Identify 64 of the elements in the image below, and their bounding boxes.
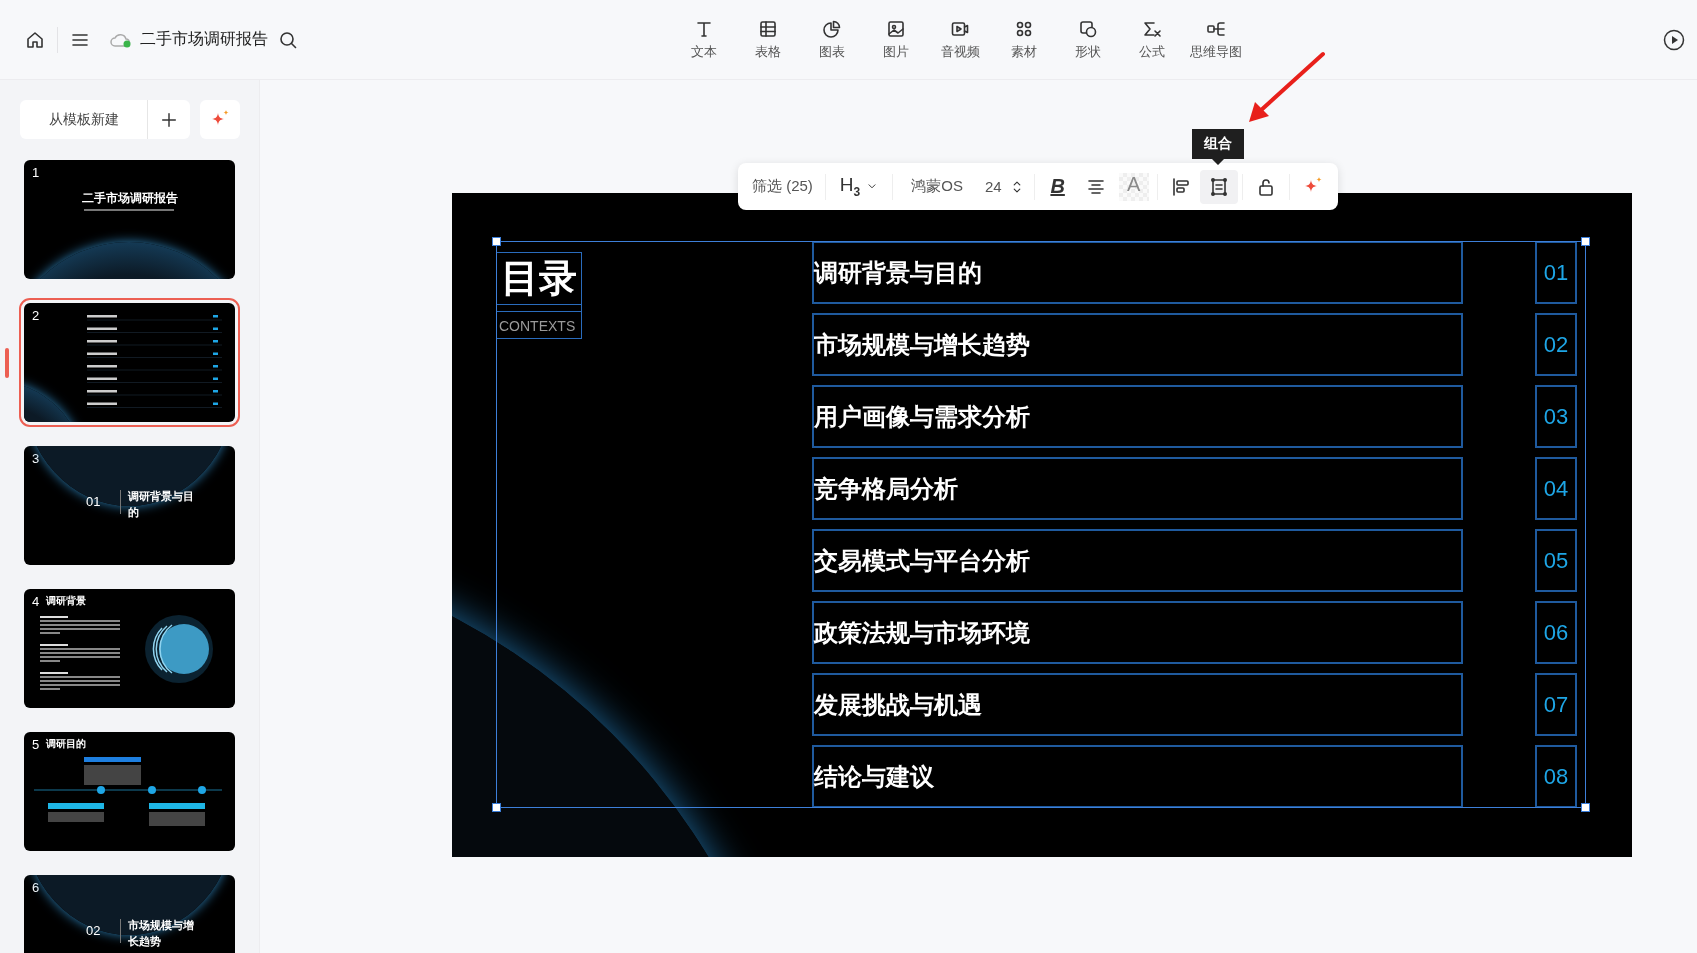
- slide-thumbnail[interactable]: 3 01 调研背景与目的: [24, 446, 235, 565]
- contents-title: 目录: [497, 253, 581, 305]
- section-number: 02: [86, 923, 101, 938]
- plus-icon: [160, 110, 178, 129]
- insert-tool[interactable]: 音视频: [928, 18, 992, 61]
- item-number: 06: [1535, 601, 1577, 664]
- play-icon[interactable]: [1663, 28, 1685, 51]
- font-dropdown[interactable]: 鸿蒙OS: [897, 177, 977, 196]
- slide-number: 6: [32, 880, 40, 895]
- contents-item: 结论与建议: [812, 745, 1463, 808]
- contents-item: 政策法规与市场环境: [812, 601, 1463, 664]
- home-icon[interactable]: [25, 29, 45, 50]
- slide-number: 3: [32, 451, 40, 466]
- slide-number: 1: [32, 165, 40, 180]
- insert-tool[interactable]: 思维导图: [1184, 18, 1248, 61]
- pie-chart-icon: [822, 18, 842, 39]
- item-number: 08: [1535, 745, 1577, 808]
- table-icon: [758, 18, 778, 39]
- slide-title: 调研背景: [46, 594, 86, 608]
- slide-thumbnail[interactable]: 6 02 市场规模与增长趋势: [24, 875, 235, 953]
- contents-item: 市场规模与增长趋势: [812, 313, 1463, 376]
- sphere-drawing: [144, 614, 214, 684]
- contents-item: 发展挑战与机遇: [812, 673, 1463, 736]
- selection-frame[interactable]: [492, 237, 1590, 812]
- insert-tool[interactable]: 图表: [800, 18, 864, 61]
- slide-thumbnail[interactable]: 1 二手市场调研报告: [24, 160, 235, 279]
- item-number: 03: [1535, 385, 1577, 448]
- insert-tool[interactable]: 文本: [672, 18, 736, 61]
- slide-number: 4: [32, 594, 40, 609]
- selection-indicator: [5, 347, 9, 378]
- item-number: 01: [1535, 241, 1577, 304]
- contents-item: 竞争格局分析: [812, 457, 1463, 520]
- insert-tool[interactable]: 公式: [1120, 18, 1184, 61]
- contents-item: 调研背景与目的: [812, 241, 1463, 304]
- slide-title: 调研背景与目的: [128, 489, 194, 520]
- slide-title: 二手市场调研报告: [80, 190, 179, 207]
- image-icon: [886, 18, 906, 39]
- insert-tool[interactable]: 素材: [992, 18, 1056, 61]
- insert-tool[interactable]: 图片: [864, 18, 928, 61]
- item-number: 05: [1535, 529, 1577, 592]
- slide-thumbnail[interactable]: 5 调研目的: [24, 732, 235, 851]
- contents-subtitle: CONTEXTS: [497, 311, 581, 338]
- section-number: 01: [86, 494, 101, 509]
- align-left-icon: [1170, 176, 1191, 197]
- shapes-icon: [1078, 18, 1098, 39]
- tooltip: 组合: [1192, 129, 1244, 165]
- group-icon: [1208, 176, 1229, 197]
- document-title[interactable]: 二手市场调研报告: [140, 29, 268, 50]
- item-number: 07: [1535, 673, 1577, 736]
- contents-item: 交易模式与平台分析: [812, 529, 1463, 592]
- selection-filter[interactable]: 筛选 (25): [744, 177, 821, 196]
- slide-number: 5: [32, 737, 40, 752]
- insert-tool[interactable]: 表格: [736, 18, 800, 61]
- group-button[interactable]: [1199, 169, 1238, 204]
- slide-number: 2: [32, 308, 40, 323]
- item-number: 04: [1535, 457, 1577, 520]
- slide-title: 调研目的: [46, 737, 86, 751]
- insert-tool[interactable]: 形状: [1056, 18, 1120, 61]
- font-size-field[interactable]: 24: [976, 178, 1010, 195]
- item-number: 02: [1535, 313, 1577, 376]
- slide-thumbnail[interactable]: 4 调研背景: [24, 589, 235, 708]
- search-icon[interactable]: [278, 29, 298, 50]
- contents-item: 用户画像与需求分析: [812, 385, 1463, 448]
- slide-title: 市场规模与增长趋势: [128, 918, 194, 949]
